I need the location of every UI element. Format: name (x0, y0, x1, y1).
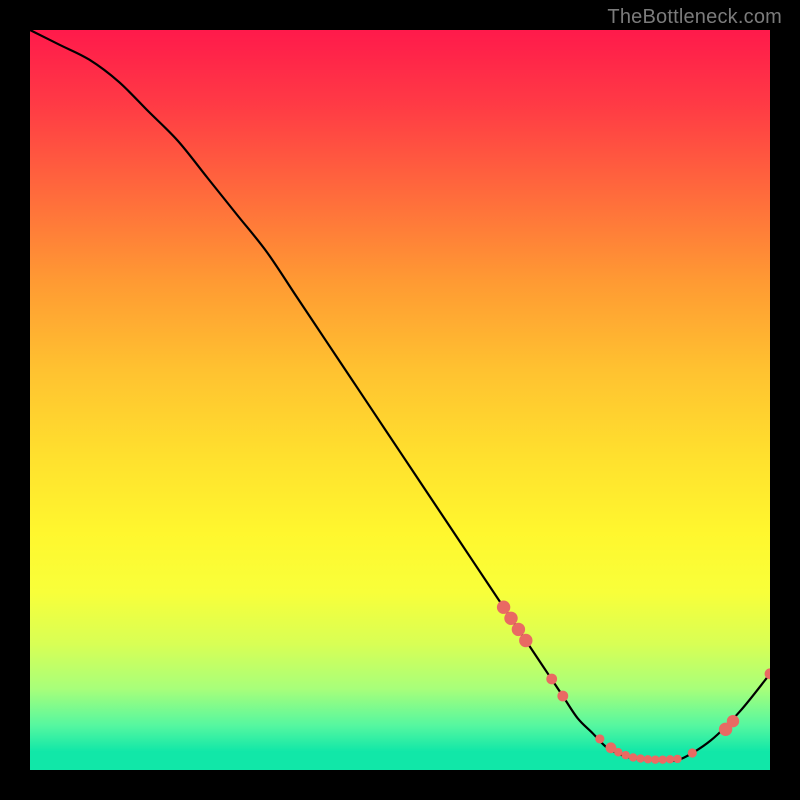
curve-markers (497, 601, 770, 764)
curve-marker (519, 634, 532, 647)
curve-marker (644, 755, 652, 763)
curve-marker (727, 715, 739, 727)
curve-marker (557, 691, 568, 702)
curve-marker (504, 612, 517, 625)
chart-svg (30, 30, 770, 770)
curve-marker (622, 751, 630, 759)
curve-marker (595, 734, 604, 743)
curve-marker (636, 754, 644, 762)
plot-area (30, 30, 770, 770)
curve-marker (512, 623, 525, 636)
curve-marker (629, 753, 637, 761)
curve-marker (546, 674, 557, 685)
bottleneck-curve (30, 30, 770, 761)
curve-marker (673, 755, 681, 763)
curve-marker (651, 755, 659, 763)
watermark-text: TheBottleneck.com (607, 6, 782, 29)
curve-marker (666, 755, 674, 763)
curve-marker (688, 748, 697, 757)
curve-marker (614, 748, 622, 756)
curve-marker (765, 668, 770, 679)
chart-stage: TheBottleneck.com (0, 0, 800, 800)
curve-marker (659, 755, 667, 763)
curve-marker (497, 601, 510, 614)
